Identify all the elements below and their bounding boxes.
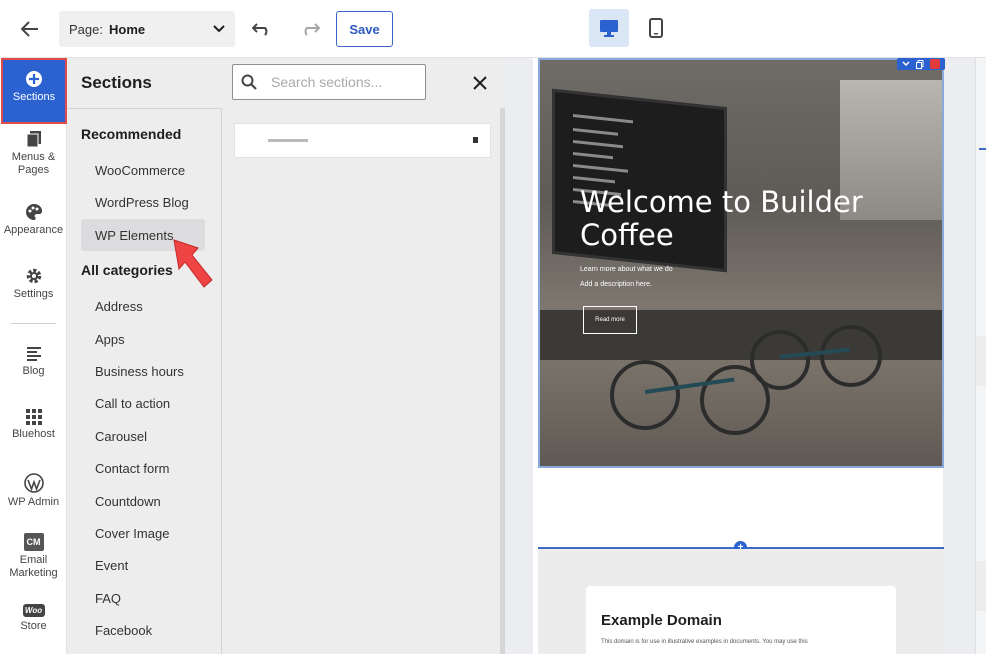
- rail-item-blog[interactable]: Blog: [0, 346, 67, 378]
- rail-label-sections: Sections: [12, 91, 56, 103]
- category-call-to-action[interactable]: Call to action: [81, 387, 205, 419]
- category-cover-image[interactable]: Cover Image: [81, 517, 205, 549]
- arrow-left-icon: [21, 21, 38, 37]
- bike-wheel: [820, 325, 882, 387]
- rail-divider: [11, 323, 56, 324]
- cm-icon: CM: [23, 533, 44, 551]
- back-button[interactable]: [14, 14, 46, 44]
- close-icon: [473, 76, 487, 90]
- rail-item-sections[interactable]: Sections: [1, 58, 67, 124]
- rail-label-settings: Settings: [13, 288, 54, 300]
- rail-item-menus-pages[interactable]: Menus & Pages: [0, 130, 67, 177]
- hero-subtitle-line2: Add a description here.: [580, 281, 652, 288]
- woo-icon: Woo: [22, 604, 45, 617]
- rail-label-email: Email: [19, 554, 48, 566]
- category-facebook[interactable]: Facebook: [81, 614, 205, 646]
- all-categories-heading: All categories: [81, 262, 173, 278]
- category-countdown[interactable]: Countdown: [81, 485, 205, 517]
- hero-subtitle-line1: Learn more about what we do: [580, 266, 673, 273]
- redo-icon: [304, 23, 320, 36]
- hero-subtitle[interactable]: Learn more about what we do Add a descri…: [580, 262, 673, 292]
- rail-item-settings[interactable]: Settings: [0, 267, 67, 301]
- chevron-down-icon: [213, 25, 225, 33]
- recommended-heading: Recommended: [81, 126, 182, 142]
- domain-text: This domain is for use in illustrative e…: [601, 639, 808, 645]
- desktop-icon: [600, 20, 618, 37]
- example-domain-card: Example Domain This domain is for use in…: [586, 586, 896, 666]
- domain-title: Example Domain: [601, 612, 722, 629]
- wordpress-icon: [23, 473, 44, 493]
- category-carousel[interactable]: Carousel: [81, 420, 205, 452]
- mobile-icon: [649, 18, 663, 38]
- rail-label-wp-admin: WP Admin: [7, 496, 60, 508]
- rail-item-bluehost[interactable]: Bluehost: [0, 409, 67, 441]
- rail-label-appearance: Appearance: [3, 224, 64, 236]
- rail-label-store: Store: [20, 620, 47, 632]
- category-apps[interactable]: Apps: [81, 323, 205, 355]
- chevron-down-icon: [902, 61, 910, 67]
- undo-icon: [252, 23, 268, 36]
- section-preview-card[interactable]: [234, 123, 491, 158]
- grid-icon: [25, 409, 42, 425]
- category-woocommerce[interactable]: WooCommerce: [81, 154, 205, 186]
- search-icon: [241, 74, 257, 90]
- rail-item-appearance[interactable]: Appearance: [0, 203, 67, 237]
- category-event[interactable]: Event: [81, 549, 205, 581]
- delete-icon: [930, 59, 940, 69]
- search-input[interactable]: Search sections...: [232, 64, 426, 100]
- category-business-hours[interactable]: Business hours: [81, 355, 205, 387]
- redo-button[interactable]: [296, 16, 324, 42]
- desktop-view-button[interactable]: [589, 9, 629, 47]
- undo-button[interactable]: [248, 16, 276, 42]
- example-domain-section[interactable]: Example Domain This domain is for use in…: [538, 549, 944, 666]
- pages-icon: [26, 131, 41, 148]
- top-toolbar: Page: Home Save: [0, 0, 986, 58]
- rail-label-bluehost: Bluehost: [12, 428, 55, 440]
- palette-icon: [25, 204, 42, 220]
- preview-icon: [473, 137, 478, 143]
- panel-column-divider: [221, 108, 222, 654]
- rail-label-menus: Menus &: [11, 151, 56, 163]
- page-select-label: Page:: [69, 21, 103, 37]
- blog-icon: [26, 347, 41, 361]
- panel-divider: [67, 108, 221, 109]
- save-button[interactable]: Save: [336, 11, 393, 47]
- plus-circle-icon: [26, 71, 42, 87]
- pointer-arrow-icon: [173, 239, 213, 288]
- page-select-value: Home: [108, 21, 146, 37]
- rail-item-wp-admin[interactable]: WP Admin: [0, 473, 67, 509]
- left-rail: Sections Menus & Pages Appearance Settin…: [0, 58, 67, 654]
- rail-label-blog: Blog: [22, 365, 45, 377]
- panel-title: Sections: [81, 73, 152, 92]
- gear-icon: [26, 268, 41, 284]
- hero-title[interactable]: Welcome to Builder Coffee: [580, 186, 900, 252]
- mobile-view-button[interactable]: [640, 9, 672, 47]
- copy-icon: [916, 59, 924, 69]
- rail-item-store[interactable]: Woo Store: [0, 604, 67, 633]
- hero-section[interactable]: Welcome to Builder Coffee Learn more abo…: [538, 58, 944, 468]
- canvas-right-edge: [975, 58, 986, 654]
- bike-wheel: [750, 330, 810, 390]
- hero-read-more-button[interactable]: Read more: [583, 306, 637, 334]
- section-toolbar[interactable]: [897, 58, 945, 70]
- close-panel-button[interactable]: [467, 70, 493, 96]
- page-canvas: Welcome to Builder Coffee Learn more abo…: [505, 58, 986, 666]
- bike-wheel: [610, 360, 680, 430]
- preview-text-line: [268, 139, 308, 142]
- rail-label-pages: Pages: [17, 164, 50, 176]
- category-contact-form[interactable]: Contact form: [81, 452, 205, 484]
- page-select[interactable]: Page: Home: [59, 11, 235, 47]
- sections-panel: Sections Search sections... Recommended …: [67, 58, 505, 654]
- rail-label-marketing: Marketing: [9, 567, 58, 579]
- search-placeholder: Search sections...: [271, 74, 383, 90]
- category-address[interactable]: Address: [81, 290, 205, 322]
- rail-item-email-marketing[interactable]: CM Email Marketing: [0, 533, 67, 580]
- category-faq[interactable]: FAQ: [81, 582, 205, 614]
- category-wordpress-blog[interactable]: WordPress Blog: [81, 186, 205, 218]
